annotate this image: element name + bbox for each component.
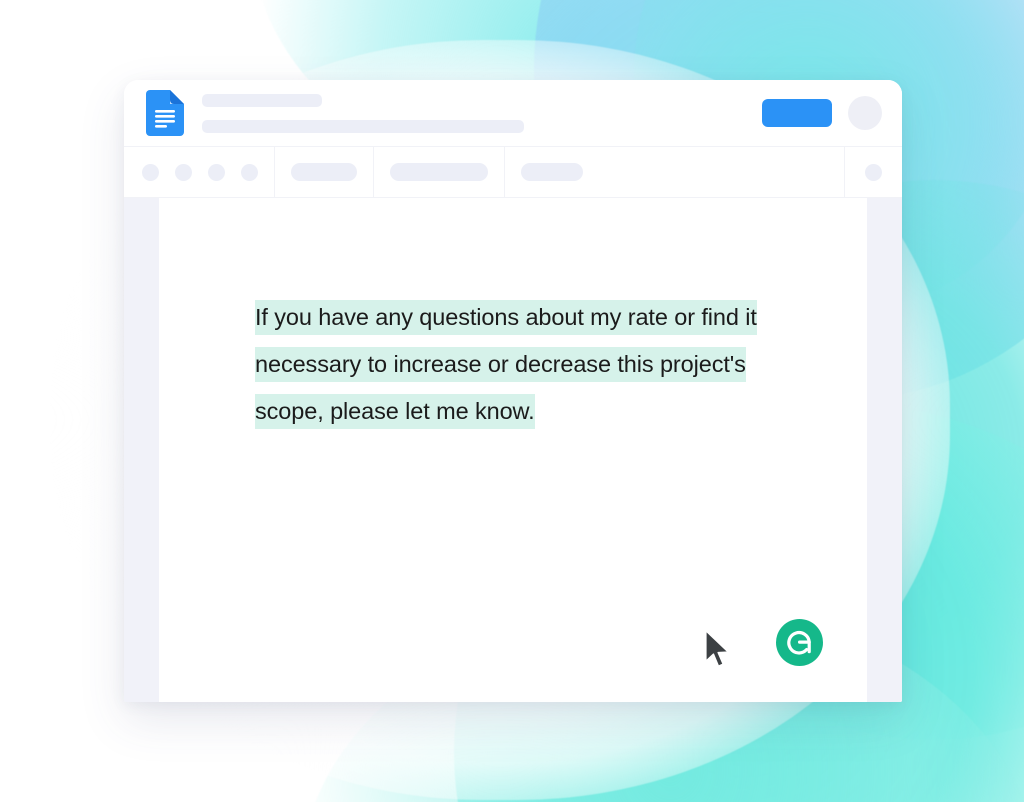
toolbar-group-editing-mode	[845, 147, 902, 197]
document-page[interactable]: If you have any questions about my rate …	[159, 198, 867, 702]
spellcheck-icon[interactable]	[241, 163, 258, 181]
editor-body: If you have any questions about my rate …	[124, 198, 902, 702]
font-family-placeholder[interactable]	[390, 163, 488, 181]
grammarly-logo[interactable]	[776, 619, 823, 666]
font-size-placeholder[interactable]	[521, 163, 583, 181]
zoom-control-placeholder[interactable]	[291, 163, 357, 181]
toolbar-group-font-size	[505, 147, 845, 197]
toolbar-group-undo-redo-print-spell	[124, 147, 275, 197]
avatar[interactable]	[848, 96, 882, 130]
header-actions	[762, 96, 882, 130]
document-paragraph[interactable]: If you have any questions about my rate …	[255, 294, 803, 435]
document-title-placeholder[interactable]	[202, 93, 322, 107]
share-button[interactable]	[762, 99, 832, 127]
header-placeholder-bars	[202, 93, 762, 133]
right-gutter	[867, 198, 902, 702]
print-icon[interactable]	[208, 163, 225, 181]
toolbar-group-font-family	[374, 147, 505, 197]
undo-icon[interactable]	[142, 163, 159, 181]
left-gutter	[124, 198, 159, 702]
redo-icon[interactable]	[175, 163, 192, 181]
mouse-pointer-cursor	[704, 630, 734, 672]
editor-header	[124, 80, 902, 146]
editing-mode-icon[interactable]	[865, 163, 882, 181]
menu-bar-placeholder[interactable]	[202, 119, 524, 133]
editor-toolbar	[124, 146, 902, 198]
document-editor-window: If you have any questions about my rate …	[124, 80, 902, 702]
toolbar-group-zoom	[275, 147, 374, 197]
highlighted-sentence[interactable]: If you have any questions about my rate …	[255, 300, 757, 429]
google-docs-icon	[146, 90, 184, 136]
